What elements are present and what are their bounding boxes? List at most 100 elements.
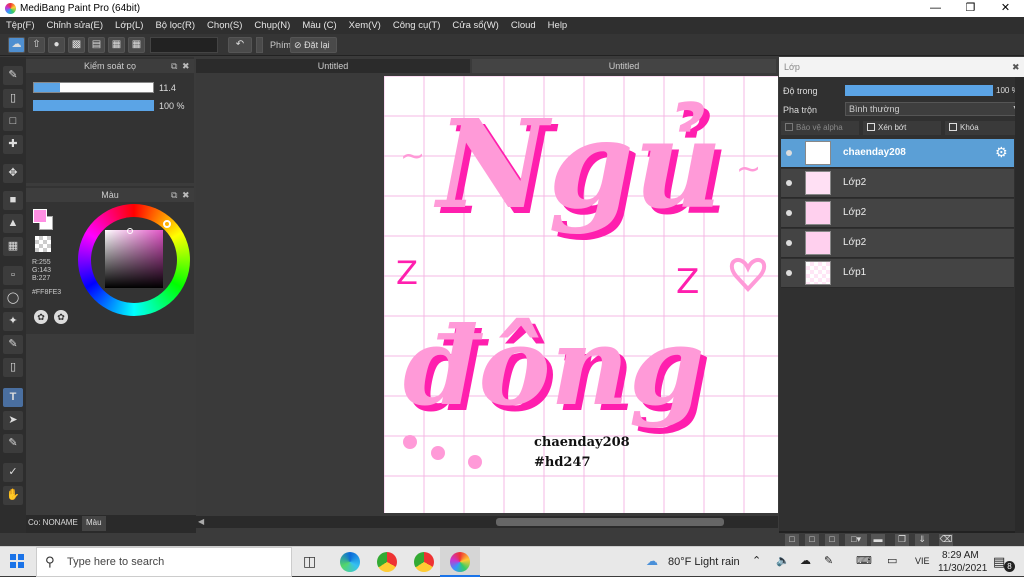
layer-row[interactable]: Lớp2 bbox=[781, 169, 1014, 198]
hue-wheel[interactable] bbox=[78, 204, 190, 316]
monitor-icon[interactable]: ▭ bbox=[887, 554, 897, 567]
palette-add-icon[interactable]: ✿ bbox=[54, 310, 68, 324]
select-tool-icon[interactable]: ▫ bbox=[3, 266, 23, 285]
gear-icon[interactable]: ⚙ bbox=[995, 144, 1008, 161]
eraser-tool-icon[interactable]: ▯ bbox=[3, 89, 23, 108]
popout-icon[interactable]: ⧉ bbox=[171, 188, 177, 202]
maximize-button[interactable]: ❐ bbox=[953, 0, 988, 17]
drawing-canvas[interactable]: ~ ~ Z Z Ngủ Ngủ đông đông chaenday208 #h… bbox=[384, 76, 778, 513]
cloud-icon[interactable]: ☁ bbox=[8, 37, 25, 53]
protect-alpha-checkbox[interactable] bbox=[785, 123, 793, 131]
menu-view[interactable]: Xem(V) bbox=[349, 20, 381, 31]
comment-icon[interactable]: ● bbox=[48, 37, 65, 53]
eyedropper-tool-icon[interactable]: ✓ bbox=[3, 463, 23, 482]
grid-icon[interactable]: ▦ bbox=[128, 37, 145, 53]
move-tool-icon[interactable]: ✥ bbox=[3, 164, 23, 183]
visibility-icon[interactable] bbox=[786, 210, 792, 216]
color-cursor[interactable] bbox=[127, 228, 133, 234]
visibility-icon[interactable] bbox=[786, 270, 792, 276]
keyboard-icon[interactable]: ⌨ bbox=[856, 554, 872, 567]
search-box[interactable]: ⚲ Type here to search bbox=[36, 547, 292, 577]
menu-filter[interactable]: Bộ lọc(R) bbox=[155, 20, 195, 31]
menu-layer[interactable]: Lớp(L) bbox=[115, 20, 143, 31]
toolbar-field[interactable] bbox=[150, 37, 218, 53]
foreground-color-swatch[interactable] bbox=[33, 209, 47, 223]
clock-time[interactable]: 8:29 AM bbox=[942, 550, 979, 561]
menu-select[interactable]: Chọn(S) bbox=[207, 20, 242, 31]
windows-start-icon[interactable] bbox=[10, 554, 24, 568]
menu-cloud[interactable]: Cloud bbox=[511, 20, 536, 31]
menu-tools[interactable]: Công cụ(T) bbox=[393, 20, 441, 31]
layer-row[interactable]: chaenday208 ⚙ bbox=[781, 139, 1014, 168]
layer-row[interactable]: Lớp2 bbox=[781, 229, 1014, 258]
text-tool-icon[interactable]: T bbox=[3, 388, 23, 407]
weather-text[interactable]: 80°F Light rain bbox=[668, 556, 740, 568]
layer-opacity-slider[interactable] bbox=[845, 85, 993, 96]
close-panel-icon[interactable]: ✖ bbox=[182, 188, 190, 202]
hand-tool-icon[interactable]: ✋ bbox=[3, 486, 23, 505]
shape-tool-icon[interactable]: □ bbox=[3, 112, 23, 131]
medibang-taskbar-button[interactable] bbox=[440, 547, 480, 577]
menu-file[interactable]: Tệp(F) bbox=[6, 20, 35, 31]
pen-icon[interactable]: ✎ bbox=[824, 554, 833, 567]
close-button[interactable]: ✕ bbox=[988, 0, 1023, 17]
visibility-icon[interactable] bbox=[786, 150, 792, 156]
document-tab-1[interactable]: Untitled bbox=[196, 59, 470, 73]
language-indicator[interactable]: VIE bbox=[915, 556, 930, 566]
close-panel-icon[interactable]: ✖ bbox=[1012, 57, 1020, 77]
lock-checkbox[interactable] bbox=[949, 123, 957, 131]
select-eraser-icon[interactable]: ▯ bbox=[3, 358, 23, 377]
visibility-icon[interactable] bbox=[786, 240, 792, 246]
undo-icon[interactable]: ↶ bbox=[228, 37, 252, 53]
share-icon[interactable]: ⇧ bbox=[28, 37, 45, 53]
protect-alpha-toggle[interactable]: Bảo vệ alpha bbox=[781, 121, 859, 135]
document-tab-2[interactable]: Untitled bbox=[472, 59, 776, 73]
menu-capture[interactable]: Chụp(N) bbox=[254, 20, 290, 31]
speaker-icon[interactable]: 🔈 bbox=[776, 554, 790, 567]
weather-icon[interactable]: ☁ bbox=[646, 554, 658, 568]
chat-icon[interactable]: ▩ bbox=[68, 37, 85, 53]
toolbar-grip[interactable] bbox=[256, 37, 263, 53]
minimize-button[interactable]: — bbox=[918, 0, 953, 17]
color-tab[interactable]: Màu bbox=[82, 516, 106, 531]
menu-window[interactable]: Cửa sổ(W) bbox=[452, 20, 498, 31]
edge-icon[interactable] bbox=[340, 552, 360, 572]
brush-tab[interactable]: Co: NONAME bbox=[28, 518, 78, 527]
chrome-icon[interactable] bbox=[377, 552, 397, 572]
scrollbar-thumb[interactable] bbox=[496, 518, 724, 526]
horizontal-scrollbar[interactable]: ◀ bbox=[196, 516, 778, 528]
saturation-square[interactable] bbox=[105, 230, 163, 288]
line-tool-icon[interactable]: ✚ bbox=[3, 135, 23, 154]
chrome-icon[interactable] bbox=[414, 552, 434, 572]
visibility-icon[interactable] bbox=[786, 180, 792, 186]
task-view-icon[interactable]: ◫ bbox=[303, 553, 316, 570]
palette-icon[interactable]: ✿ bbox=[34, 310, 48, 324]
brush-opacity-slider[interactable] bbox=[33, 100, 154, 111]
tray-chevron-icon[interactable]: ⌃ bbox=[752, 554, 761, 567]
magic-wand-icon[interactable]: ✦ bbox=[3, 312, 23, 331]
close-panel-icon[interactable]: ✖ bbox=[182, 59, 190, 73]
lasso-tool-icon[interactable]: ◯ bbox=[3, 289, 23, 308]
clipping-toggle[interactable]: Xén bớt bbox=[863, 121, 941, 135]
cloud-tray-icon[interactable]: ☁ bbox=[800, 554, 811, 567]
menu-help[interactable]: Help bbox=[548, 20, 568, 31]
fill-rect-tool-icon[interactable]: ■ bbox=[3, 191, 23, 210]
divide-tool-icon[interactable]: ✎ bbox=[3, 434, 23, 453]
layer-row[interactable]: Lớp1 bbox=[781, 259, 1014, 288]
menu-edit[interactable]: Chỉnh sửa(E) bbox=[47, 20, 104, 31]
list-icon[interactable]: ▦ bbox=[108, 37, 125, 53]
popout-icon[interactable]: ⧉ bbox=[171, 59, 177, 73]
scroll-left-icon[interactable]: ◀ bbox=[198, 517, 204, 526]
brush-size-slider[interactable] bbox=[33, 82, 154, 93]
transparent-color-swatch[interactable] bbox=[35, 236, 51, 252]
layer-scrollbar[interactable] bbox=[1015, 77, 1024, 533]
select-pen-icon[interactable]: ✎ bbox=[3, 335, 23, 354]
layer-row[interactable]: Lớp2 bbox=[781, 199, 1014, 228]
gradient-tool-icon[interactable]: ▦ bbox=[3, 237, 23, 256]
hue-cursor[interactable] bbox=[163, 220, 171, 228]
clock-date[interactable]: 11/30/2021 bbox=[938, 563, 987, 574]
brush-tool-icon[interactable]: ✎ bbox=[3, 66, 23, 85]
clipping-checkbox[interactable] bbox=[867, 123, 875, 131]
reset-button[interactable]: ⊘ Đặt lại bbox=[290, 37, 337, 53]
bucket-tool-icon[interactable]: ▲ bbox=[3, 214, 23, 233]
